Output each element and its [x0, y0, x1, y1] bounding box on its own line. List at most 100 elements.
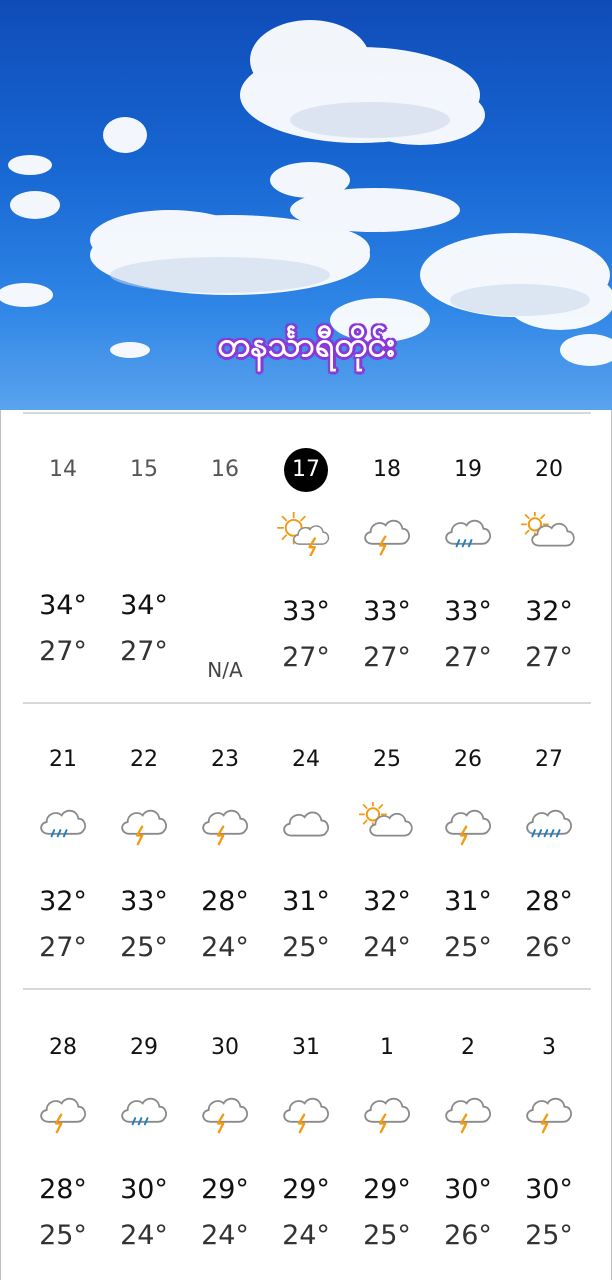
low-temp: 27° — [525, 642, 573, 673]
day-cell[interactable]: 24 31° 25° — [266, 708, 346, 998]
day-cell[interactable]: 19 33° 27° — [428, 418, 508, 708]
day-cell[interactable]: 1 29° 25° — [347, 996, 427, 1286]
day-cell[interactable]: 25 32° 24° — [347, 708, 427, 998]
high-temp: 29° — [201, 1174, 249, 1205]
heavy-rain-icon — [526, 809, 572, 838]
region-title: တနင်္သာရီတိုင်း — [217, 325, 395, 365]
heavy-rain-icon — [520, 802, 578, 846]
low-temp: 24° — [363, 932, 411, 963]
low-temp: 25° — [120, 932, 168, 963]
thunder-icon — [40, 1097, 86, 1134]
high-temp: 29° — [363, 1174, 411, 1205]
day-cell[interactable]: 31 29° 24° — [266, 996, 346, 1286]
week-row: 28 28° 25° 29 30° 24° 30 29° 24° 31 29° 24° 1 29° 25° 2… — [1, 996, 612, 1286]
day-cell[interactable]: 16 N/A — [185, 418, 265, 708]
thunder-icon — [196, 802, 254, 846]
day-date: 19 — [454, 457, 482, 482]
rain-icon — [121, 1097, 167, 1126]
day-cell[interactable]: 29 30° 24° — [104, 996, 184, 1286]
day-cell[interactable]: 3 30° 25° — [509, 996, 589, 1286]
week-row: 14 34° 27° 15 34° 27° 16 N/A 17 33° 27° 18 33° 27° 19 3… — [1, 418, 612, 708]
low-temp: 24° — [120, 1220, 168, 1251]
day-cell[interactable]: 27 28° 26° — [509, 708, 589, 998]
day-date: 22 — [130, 747, 158, 772]
high-temp: 33° — [282, 596, 330, 627]
thunder-icon — [439, 802, 497, 846]
high-temp: 31° — [282, 886, 330, 917]
thunder-icon — [202, 1097, 248, 1134]
high-temp: 30° — [444, 1174, 492, 1205]
day-date: 31 — [292, 1035, 320, 1060]
high-temp: 29° — [282, 1174, 330, 1205]
low-temp: 25° — [363, 1220, 411, 1251]
day-date: 1 — [380, 1035, 394, 1060]
thunder-icon — [445, 1097, 491, 1134]
high-temp: 28° — [525, 886, 573, 917]
sun-thunder-icon — [276, 511, 335, 558]
day-cell[interactable]: 22 33° 25° — [104, 708, 184, 998]
day-date: 20 — [535, 457, 563, 482]
day-cell[interactable]: 15 34° 27° — [104, 418, 184, 708]
day-cell[interactable]: 23 28° 24° — [185, 708, 265, 998]
rain-icon — [40, 809, 86, 838]
thunder-icon — [439, 1090, 497, 1134]
low-temp: 27° — [363, 642, 411, 673]
low-temp: 25° — [444, 932, 492, 963]
thunder-icon — [196, 1090, 254, 1134]
not-available-label: N/A — [207, 658, 243, 682]
high-temp: 30° — [120, 1174, 168, 1205]
thunder-icon — [358, 512, 416, 556]
thunder-icon — [364, 1097, 410, 1134]
divider — [23, 702, 591, 704]
today-date: 17 — [266, 448, 346, 492]
low-temp: 27° — [39, 932, 87, 963]
rain-icon — [115, 1090, 173, 1134]
high-temp: 28° — [39, 1174, 87, 1205]
thunder-icon — [202, 809, 248, 846]
low-temp: 26° — [444, 1220, 492, 1251]
header-sky-image: တနင်္သာရီတိုင်း — [0, 0, 612, 410]
day-cell[interactable]: 20 32° 27° — [509, 418, 589, 708]
partly-cloudy-icon — [520, 510, 578, 556]
day-date: 21 — [49, 747, 77, 772]
day-date: 16 — [211, 457, 239, 482]
high-temp: 30° — [525, 1174, 573, 1205]
day-cell[interactable]: 26 31° 25° — [428, 708, 508, 998]
day-cell[interactable]: 30 29° 24° — [185, 996, 265, 1286]
day-date: 3 — [542, 1035, 556, 1060]
day-date: 14 — [49, 457, 77, 482]
day-cell[interactable]: 21 32° 27° — [23, 708, 103, 998]
day-cell[interactable]: 28 28° 25° — [23, 996, 103, 1286]
day-date: 24 — [292, 747, 320, 772]
day-cell[interactable]: 18 33° 27° — [347, 418, 427, 708]
day-cell[interactable]: 14 34° 27° — [23, 418, 103, 708]
thunder-icon — [115, 802, 173, 846]
low-temp: 27° — [282, 642, 330, 673]
day-date: 15 — [130, 457, 158, 482]
high-temp: 33° — [444, 596, 492, 627]
forecast-calendar: 14 34° 27° 15 34° 27° 16 N/A 17 33° 27° 18 33° 27° 19 3… — [0, 410, 612, 1280]
high-temp: 32° — [39, 886, 87, 917]
day-date: 30 — [211, 1035, 239, 1060]
low-temp: 25° — [39, 1220, 87, 1251]
day-date: 28 — [49, 1035, 77, 1060]
partly-cloudy-icon — [358, 800, 413, 837]
cloud-icon — [277, 802, 335, 846]
day-cell[interactable]: 17 33° 27° — [266, 418, 346, 708]
low-temp: 25° — [525, 1220, 573, 1251]
day-date: 29 — [130, 1035, 158, 1060]
low-temp: 25° — [282, 932, 330, 963]
thunder-icon — [364, 519, 410, 556]
day-date: 27 — [535, 747, 563, 772]
low-temp: 27° — [39, 636, 87, 667]
rain-icon — [439, 512, 497, 556]
day-date: 2 — [461, 1035, 475, 1060]
low-temp: 24° — [201, 932, 249, 963]
high-temp: 28° — [201, 886, 249, 917]
day-date: 26 — [454, 747, 482, 772]
high-temp: 33° — [363, 596, 411, 627]
day-cell[interactable]: 2 30° 26° — [428, 996, 508, 1286]
low-temp: 27° — [444, 642, 492, 673]
rain-icon — [445, 519, 491, 548]
partly-cloudy-icon — [358, 800, 416, 846]
